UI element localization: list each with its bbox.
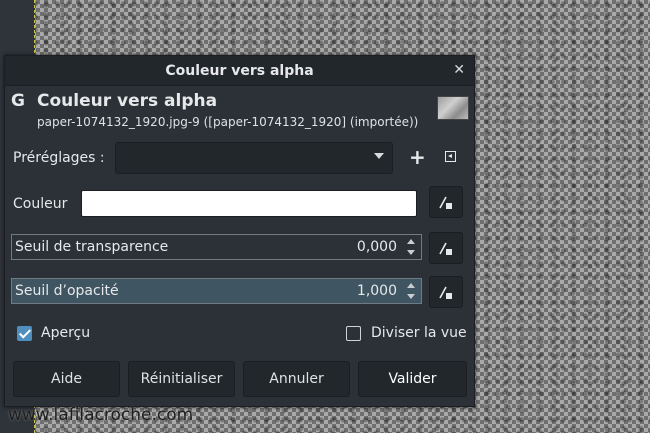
color-label: Couleur: [13, 196, 68, 212]
split-view-checkbox[interactable]: [346, 326, 361, 341]
reset-button[interactable]: Réinitialiser: [128, 361, 235, 397]
color-picker-button[interactable]: [429, 186, 463, 218]
preview-label: Aperçu: [41, 325, 91, 341]
help-button[interactable]: Aide: [13, 361, 120, 397]
increment-icon[interactable]: [407, 283, 415, 288]
transparency-picker-button[interactable]: [429, 232, 463, 264]
increment-icon[interactable]: [407, 239, 415, 244]
header-title: Couleur vers alpha: [37, 91, 218, 111]
image-thumbnail: [437, 96, 469, 120]
decrement-icon[interactable]: [407, 250, 415, 255]
transparency-threshold-slider[interactable]: Seuil de transparence 0,000: [11, 234, 422, 260]
eyedropper-icon: [439, 242, 452, 255]
opacity-picker-button[interactable]: [429, 276, 463, 308]
watermark-text: www.lafilacroche.com: [8, 405, 194, 425]
dialog-header: G Couleur vers alpha paper-1074132_1920.…: [5, 86, 474, 132]
opacity-label: Seuil d’opacité: [15, 283, 119, 299]
opacity-threshold-slider[interactable]: Seuil d’opacité 1,000: [11, 278, 422, 304]
presets-dropdown[interactable]: [115, 142, 393, 174]
window-title: Couleur vers alpha: [165, 62, 314, 79]
header-subtitle: paper-1074132_1920.jpg-9 ([paper-1074132…: [37, 115, 419, 129]
eyedropper-icon: [439, 286, 452, 299]
transparency-label: Seuil de transparence: [15, 239, 169, 255]
chevron-down-icon: [374, 153, 384, 159]
transparency-value: 0,000: [356, 239, 397, 255]
color-button[interactable]: [81, 190, 417, 217]
presets-label: Préréglages :: [13, 150, 105, 166]
color-to-alpha-dialog: Couleur vers alpha ✕ G Couleur vers alph…: [4, 55, 475, 407]
cancel-button[interactable]: Annuler: [243, 361, 350, 397]
transparency-spin-arrows[interactable]: [404, 236, 418, 258]
opacity-spin-arrows[interactable]: [404, 280, 418, 302]
preview-checkbox[interactable]: [17, 326, 32, 341]
gimp-logo-icon: G: [11, 91, 25, 111]
decrement-icon[interactable]: [407, 294, 415, 299]
opacity-value: 1,000: [356, 283, 397, 299]
split-view-label: Diviser la vue: [371, 325, 467, 341]
dialog-titlebar: Couleur vers alpha ✕: [5, 56, 474, 86]
preset-menu-icon[interactable]: [445, 151, 456, 162]
add-preset-icon[interactable]: +: [409, 145, 426, 169]
ok-button[interactable]: Valider: [358, 361, 467, 397]
close-icon[interactable]: ✕: [453, 62, 465, 78]
eyedropper-icon: [439, 196, 452, 209]
